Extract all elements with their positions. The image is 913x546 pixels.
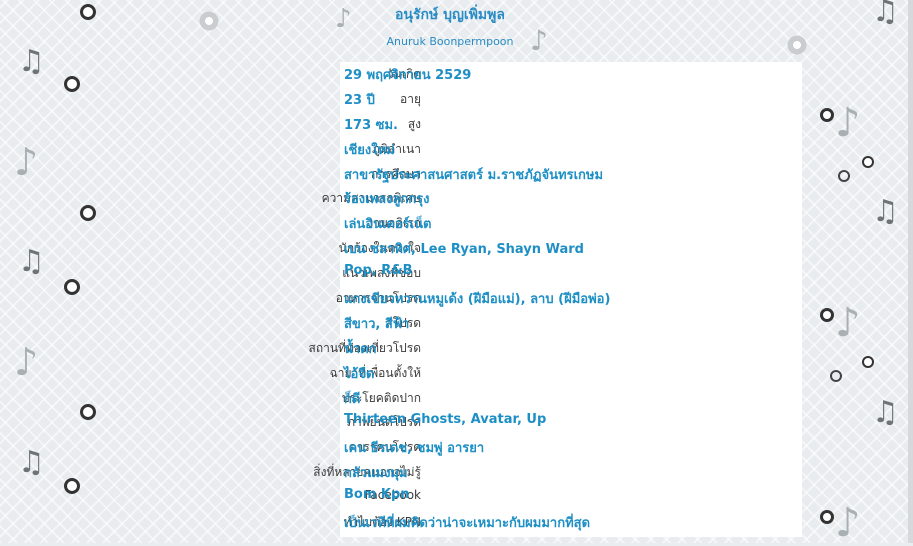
profile-row-hobby: งานอดิเรก เล่นอินเตอร์เน็ต (100, 211, 802, 236)
profile-row-favorite-colors: สีโปรด สีขาว, สีฟ้า (100, 311, 802, 336)
music-note-icon: ♫ (18, 445, 45, 480)
speaker-ring-icon (820, 308, 834, 322)
name-english: Anuruk Boonpermpoon (386, 35, 514, 48)
row-value: กลัวแมงมุม (344, 466, 408, 482)
row-value: เล่นอินเตอร์เน็ต (344, 217, 432, 233)
profile-row-why-kpn: ทำไมต้อง KPN เป็นเวทีที่ผมคิดว่าน่าจะเหมา… (100, 510, 802, 535)
profile-table: วันเกิด 29 พฤศจิกายน 2529 อายุ 23 ปี สูง 17… (100, 62, 802, 535)
speaker-ring-icon (64, 279, 80, 295)
music-note-icon: ♪ (835, 300, 861, 346)
speaker-ring-icon (198, 10, 220, 32)
row-value: เป็นเวทีที่ผมคิดว่าน่าจะเหมาะกับผมมากที่… (344, 516, 591, 532)
profile-row-secret: สิ่งที่หลายคนอาจไม่รู้ กลัวแมงมุม (100, 460, 802, 485)
speaker-ring-icon (862, 156, 874, 168)
speaker-ring-icon (830, 370, 842, 382)
profile-row-talent: ความสามารถพิเศษ ร้องเพลงลูกกรุง (100, 186, 802, 211)
profile-row-age: อายุ 23 ปี (100, 87, 802, 112)
row-value: 23 ปี (344, 92, 375, 108)
profile-row-education: การศึกษา สาขารัฐประศาสนศาสตร์ ม.ราชภัฏจัน… (100, 162, 802, 187)
row-value: 173 ซม. (344, 117, 398, 133)
music-note-icon: ♫ (18, 244, 45, 279)
music-note-icon: ♫ (18, 44, 45, 79)
speaker-ring-icon (838, 170, 850, 182)
row-value: 29 พฤศจิกายน 2529 (344, 68, 472, 83)
row-value: ไอ้จืด (344, 366, 375, 382)
row-value: เคน ธีรเดช, ชมพู่ อารยา (344, 441, 485, 457)
row-value: สาขารัฐประศาสนศาสตร์ ม.ราชภัฏจันทรเกษม (344, 167, 604, 183)
row-value: แกงเขียวหวานหมูเด้ง (ฝีมือแม่), ลาบ (ฝีม… (344, 292, 611, 308)
profile-row-music-genre: แนวเพลงที่ชอบ Pop, R&B (100, 261, 802, 286)
row-label: สูง (407, 116, 421, 131)
row-value: ก็ดี (344, 391, 361, 407)
row-value: น้ำตก (344, 341, 377, 357)
speaker-ring-icon (786, 34, 808, 56)
speaker-ring-icon (64, 76, 80, 92)
row-value: Bom Kpn (344, 487, 410, 503)
row-value: Pop, R&B (344, 263, 413, 279)
profile-row-birthday: วันเกิด 29 พฤศจิกายน 2529 (100, 62, 802, 87)
row-label: อายุ (400, 91, 421, 106)
speaker-ring-icon (64, 478, 80, 494)
music-note-icon: ♪ (14, 340, 39, 384)
row-value: Thirteen Ghosts, Avatar, Up (344, 412, 547, 428)
speaker-ring-icon (80, 404, 96, 420)
speaker-ring-icon (820, 510, 834, 524)
music-note-icon: ♪ (14, 140, 39, 184)
music-note-icon: ♫ (872, 395, 899, 430)
profile-row-nickname: ฉายาที่เพื่อนตั้งให้ ไอ้จืด (100, 361, 802, 386)
profile-row-height: สูง 173 ซม. (100, 112, 802, 137)
profile-row-favorite-singers: นักร้องในดวงใจ เบน ชลาทิศ, Lee Ryan, Shay… (100, 236, 802, 261)
profile-row-favorite-food: อาหารจานโปรด แกงเขียวหวานหมูเด้ง (ฝีมือแม… (100, 286, 802, 311)
music-note-icon: ♫ (872, 194, 899, 229)
profile-row-favorite-movies: ภาพยนต์โปรด Thirteen Ghosts, Avatar, Up (100, 410, 802, 435)
profile-row-hometown: ภูมิลำเนา เชียงใหม่ (100, 137, 802, 162)
profile-row-favorite-place: สถานที่ท่องเที่ยวโปรด น้ำตก (100, 336, 802, 361)
speaker-ring-icon (862, 356, 874, 368)
row-value: เบน ชลาทิศ, Lee Ryan, Shayn Ward (344, 242, 584, 258)
profile-row-facebook: Facebook Bom Kpn (100, 485, 802, 510)
name-thai: อนุรักษ์ บุญเพิ่มพูล (395, 7, 505, 23)
profile-header: อนุรักษ์ บุญเพิ่มพูล Anuruk Boonpermpoon (330, 4, 570, 48)
speaker-ring-icon (820, 108, 834, 122)
speaker-ring-icon (80, 205, 96, 221)
row-value: ร้องเพลงลูกกรุง (344, 192, 430, 208)
music-note-icon: ♪ (835, 500, 861, 546)
row-value: เชียงใหม่ (344, 142, 395, 158)
profile-row-favorite-stars: ดาราคนโปรด เคน ธีรเดช, ชมพู่ อารยา (100, 435, 802, 460)
music-note-icon: ♪ (835, 100, 861, 146)
music-note-icon: ♫ (872, 0, 899, 29)
profile-row-catchphrase: ประโยคติดปาก ก็ดี (100, 386, 802, 411)
row-value: สีขาว, สีฟ้า (344, 316, 410, 332)
scroll-edge (908, 0, 913, 543)
speaker-ring-icon (80, 4, 96, 20)
